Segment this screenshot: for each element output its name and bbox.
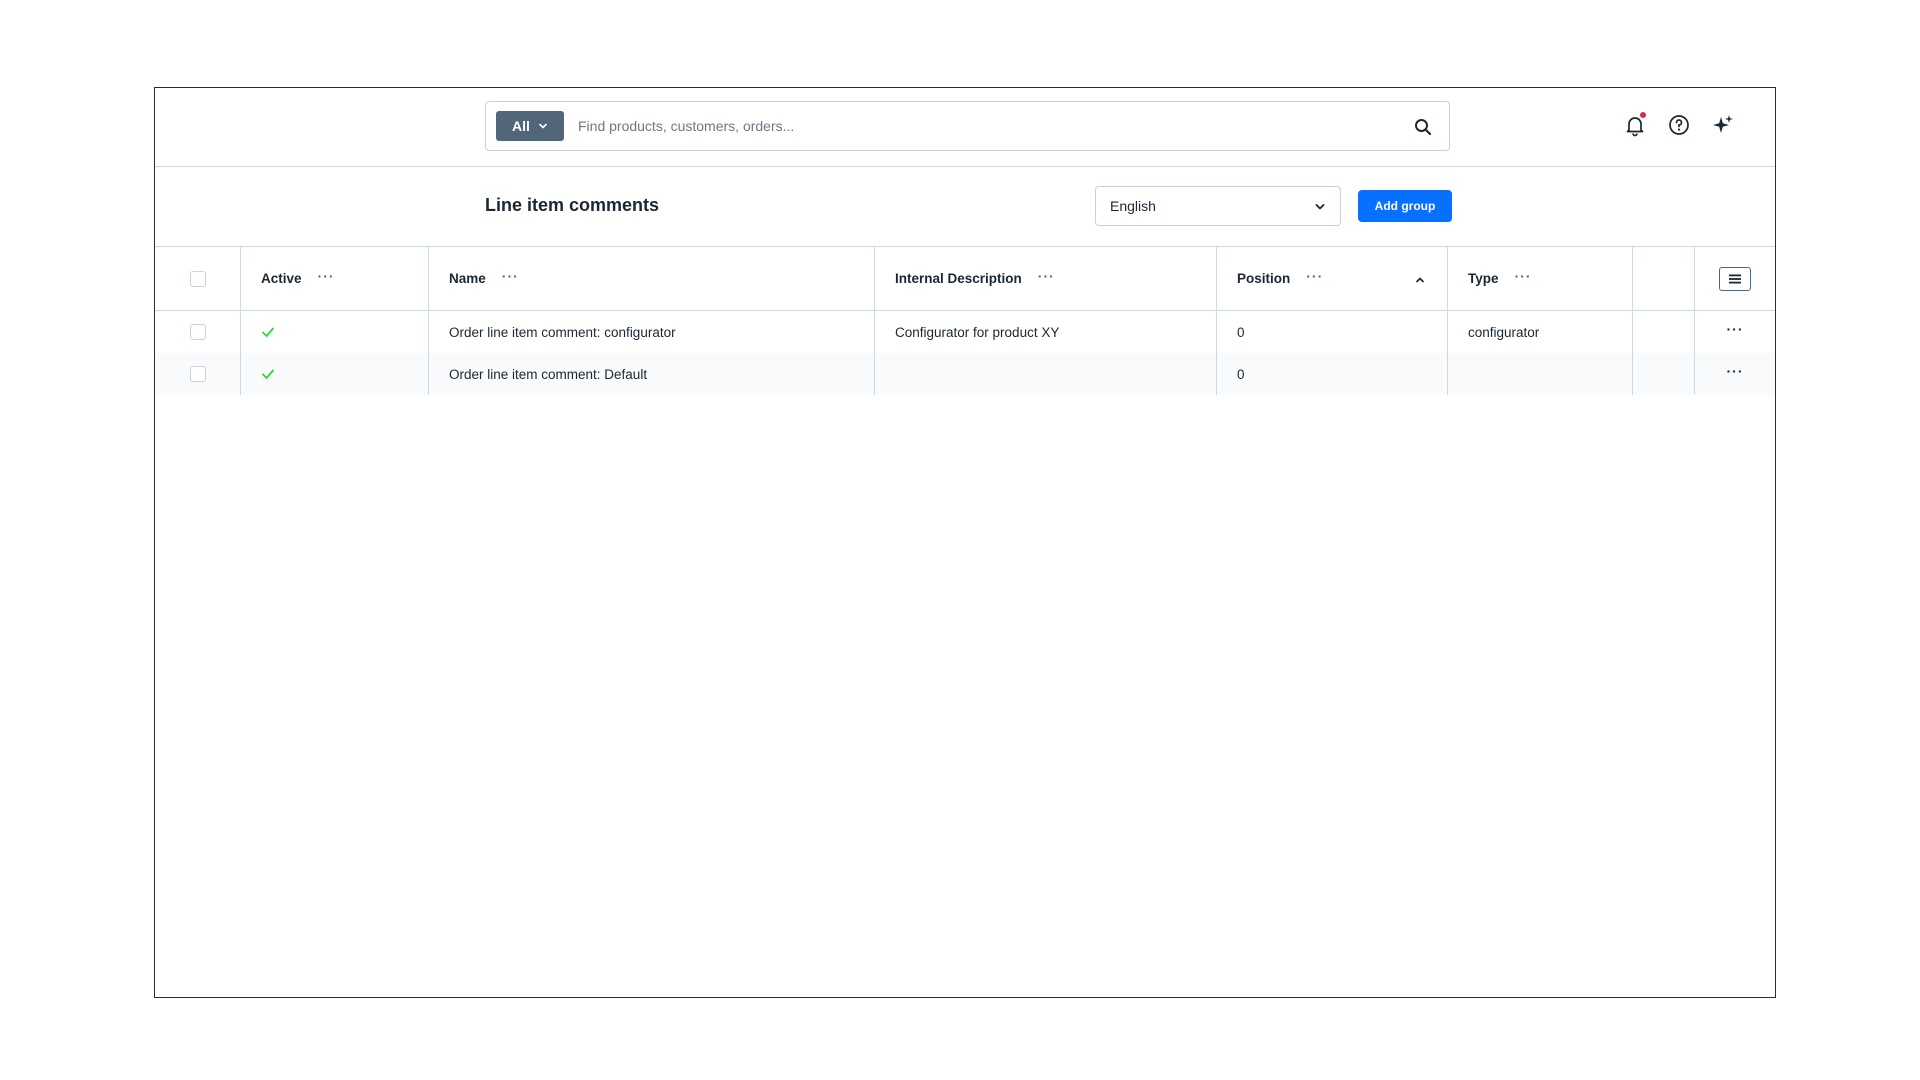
page-title: Line item comments [485, 195, 660, 215]
column-header-label: Name [449, 271, 486, 286]
row-checkbox[interactable] [189, 366, 206, 382]
cell-actions: ··· [1695, 353, 1775, 395]
select-all-checkbox[interactable] [189, 270, 206, 287]
cell-spacer [1633, 311, 1695, 353]
global-search: All [485, 101, 1450, 151]
cell-type: configurator [1448, 311, 1633, 353]
menu-lines-icon [1729, 274, 1741, 283]
sparkle-icon[interactable] [1711, 113, 1735, 137]
column-header-type[interactable]: Type ··· [1448, 247, 1633, 310]
chevron-down-icon [1314, 200, 1326, 216]
row-checkbox[interactable] [189, 324, 206, 340]
column-menu-icon[interactable]: ··· [1515, 269, 1532, 283]
cell-type [1448, 353, 1633, 395]
column-header-label: Internal Description [895, 271, 1022, 286]
cell-name[interactable]: Order line item comment: Default [429, 353, 875, 395]
cell-spacer [1633, 353, 1695, 395]
cell-actions: ··· [1695, 311, 1775, 353]
app-window: All Line item comments [154, 87, 1776, 998]
add-group-button[interactable]: Add group [1358, 190, 1452, 222]
table-row[interactable]: Order line item comment: Default 0 ··· [155, 353, 1775, 395]
checkmark-icon [262, 327, 274, 337]
cell-active [241, 353, 429, 395]
search-type-dropdown[interactable]: All [496, 111, 564, 141]
column-header-name[interactable]: Name ··· [429, 247, 875, 310]
column-header-description[interactable]: Internal Description ··· [875, 247, 1217, 310]
header-select-cell [155, 247, 241, 310]
notification-dot [1640, 112, 1646, 118]
table-header-row: Active ··· Name ··· Internal Description… [155, 247, 1775, 311]
header-spacer-cell [1633, 247, 1695, 310]
language-select-value: English [1110, 198, 1156, 214]
top-icons [1623, 112, 1735, 137]
data-grid: Active ··· Name ··· Internal Description… [155, 247, 1775, 395]
search-type-label: All [512, 118, 530, 134]
row-context-menu-icon[interactable]: ··· [1727, 363, 1744, 379]
column-menu-icon[interactable]: ··· [1038, 269, 1055, 283]
sort-ascending-icon[interactable] [1415, 273, 1425, 288]
search-icon[interactable] [1413, 117, 1433, 137]
header-settings-cell [1695, 247, 1775, 310]
top-bar: All [155, 88, 1775, 167]
cell-active [241, 311, 429, 353]
column-header-active[interactable]: Active ··· [241, 247, 429, 310]
cell-position: 0 [1217, 311, 1448, 353]
row-context-menu-icon[interactable]: ··· [1727, 321, 1744, 337]
cell-description: Configurator for product XY [875, 311, 1217, 353]
column-header-label: Active [261, 271, 302, 286]
grid-settings-button[interactable] [1719, 266, 1751, 291]
row-select-cell [155, 311, 241, 353]
language-select[interactable]: English [1095, 186, 1341, 226]
column-header-position[interactable]: Position ··· [1217, 247, 1448, 310]
help-icon[interactable] [1667, 113, 1691, 137]
column-header-label: Type [1468, 271, 1499, 286]
cell-name[interactable]: Order line item comment: configurator [429, 311, 875, 353]
column-menu-icon[interactable]: ··· [318, 269, 335, 283]
column-menu-icon[interactable]: ··· [502, 269, 519, 283]
column-menu-icon[interactable]: ··· [1306, 269, 1323, 283]
column-header-label: Position [1237, 271, 1291, 286]
cell-description [875, 353, 1217, 395]
row-select-cell [155, 353, 241, 395]
bell-icon[interactable] [1623, 112, 1647, 137]
search-input[interactable] [576, 110, 1376, 142]
checkmark-icon [262, 369, 274, 379]
page-header: Line item comments English Add group [155, 167, 1775, 247]
cell-position: 0 [1217, 353, 1448, 395]
table-row[interactable]: Order line item comment: configurator Co… [155, 311, 1775, 353]
chevron-down-icon [538, 121, 548, 131]
